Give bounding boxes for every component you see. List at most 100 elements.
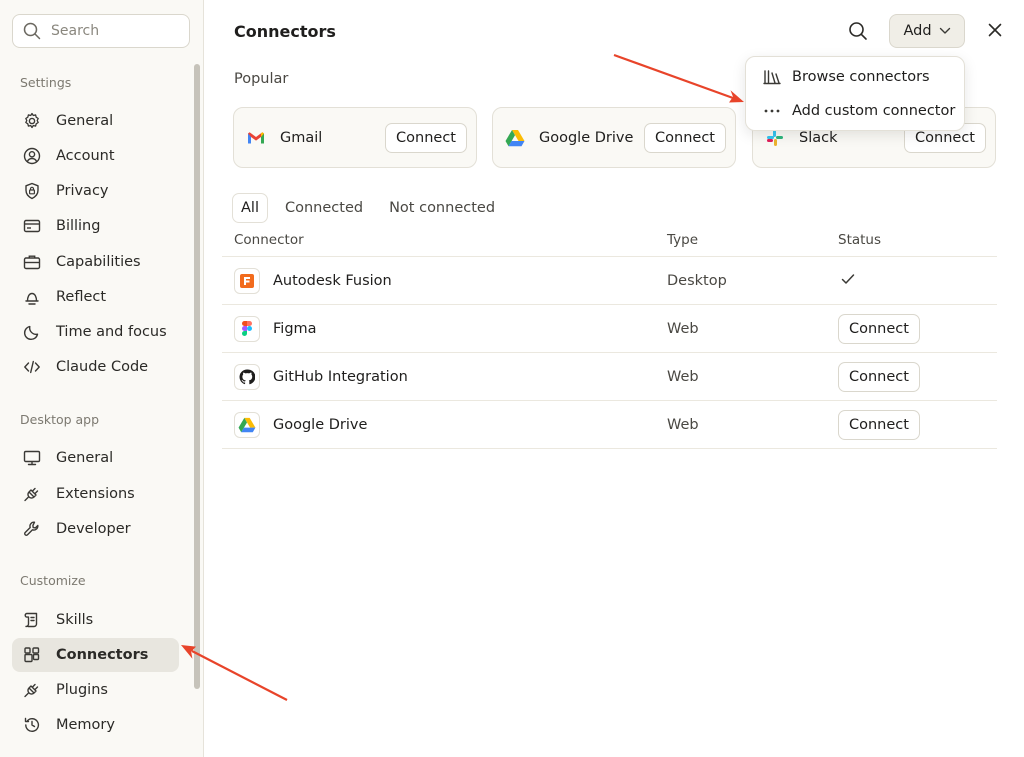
sidebar-item-reflect[interactable]: Reflect [12,280,179,314]
google-drive-icon [505,128,525,148]
plug-icon [22,680,42,700]
google-drive-icon [234,411,260,438]
sidebar-item-developer[interactable]: Developer [12,512,179,546]
sidebar-item-label: Time and focus [56,324,167,340]
sidebar-item-billing[interactable]: Billing [12,209,179,243]
sidebar-item-label: Connectors [56,647,149,663]
section-label-customize: Customize [20,573,86,588]
autodesk-fusion-icon [234,267,260,294]
moon-icon [22,322,42,342]
connect-button[interactable]: Connect [838,409,920,440]
connector-type: Web [667,416,699,433]
filter-tabs: All Connected Not connected [232,193,512,223]
sidebar-item-label: Extensions [56,486,135,502]
sidebar-item-desktop-general[interactable]: General [12,441,179,475]
table-row: Autodesk Fusion Desktop [222,257,997,305]
close-button[interactable] [985,20,1005,40]
sidebar-item-label: Claude Code [56,359,149,375]
connector-type: Desktop [667,272,727,289]
connector-name: Figma [273,320,317,337]
connector-type: Web [667,368,699,385]
connect-button[interactable]: Connect [385,122,467,153]
close-icon [988,23,1002,37]
column-header-connector: Connector [234,232,304,248]
sidebar-item-extensions[interactable]: Extensions [12,477,179,511]
tab-all[interactable]: All [232,193,268,223]
sidebar: Settings General Account Privacy Billing… [0,0,204,757]
sidebar-item-label: Privacy [56,183,109,199]
library-icon [762,69,782,85]
add-button-label: Add [903,23,932,39]
scroll-icon [22,610,42,630]
history-icon [22,715,42,735]
connector-name: Google Drive [273,416,368,433]
tab-not-connected[interactable]: Not connected [380,193,504,223]
table-row: Google Drive Web Connect [222,401,997,449]
connect-button[interactable]: Connect [838,313,920,344]
sidebar-item-label: Skills [56,612,94,628]
sidebar-item-claude-code[interactable]: Claude Code [12,350,179,384]
monitor-icon [22,448,42,468]
gear-icon [22,111,42,131]
chevron-down-icon [939,27,950,34]
menu-item-add-custom-connector[interactable]: Add custom connector [746,95,966,127]
sidebar-item-connectors[interactable]: Connectors [12,638,179,672]
sidebar-item-label: Reflect [56,289,107,305]
sidebar-item-label: Memory [56,717,115,733]
code-icon [22,357,42,377]
connector-name: Autodesk Fusion [273,272,392,289]
sidebar-item-general[interactable]: General [12,104,179,138]
wrench-icon [22,519,42,539]
figma-icon [234,315,260,342]
popular-section-label: Popular [234,71,289,87]
sidebar-item-account[interactable]: Account [12,139,179,173]
connect-button[interactable]: Connect [838,361,920,392]
sidebar-item-skills[interactable]: Skills [12,603,179,637]
section-label-desktop-app: Desktop app [20,412,100,427]
header-search-button[interactable] [846,19,870,43]
sidebar-item-privacy[interactable]: Privacy [12,174,179,208]
connector-name: GitHub Integration [273,368,408,385]
more-dots-icon [762,109,782,113]
column-header-type: Type [667,232,699,248]
plug-icon [22,484,42,504]
credit-card-icon [22,216,42,236]
connector-type: Web [667,320,699,337]
column-header-status: Status [838,232,882,248]
connectors-icon [22,645,42,665]
add-button[interactable]: Add [889,14,965,48]
search-icon [849,22,867,40]
search-input[interactable] [51,23,171,39]
add-dropdown-menu: Browse connectors Add custom connector [745,56,965,131]
sidebar-scrollbar[interactable] [194,64,200,689]
sidebar-item-label: General [56,450,114,466]
search-box[interactable] [12,14,190,48]
popular-card-gmail: Gmail Connect [233,107,477,168]
connectors-table: Connector Type Status Autodesk Fusion De… [222,224,997,449]
popular-card-name: Slack [799,129,838,146]
popular-card-google-drive: Google Drive Connect [492,107,736,168]
section-label-settings: Settings [20,75,72,90]
sidebar-item-label: Plugins [56,682,108,698]
main-panel: Connectors Add Popular Gmail Connect Goo… [204,0,1024,757]
connect-button[interactable]: Connect [644,122,726,153]
menu-item-label: Browse connectors [792,69,930,85]
sidebar-item-memory[interactable]: Memory [12,708,179,742]
popular-card-name: Google Drive [539,129,634,146]
page-title: Connectors [234,22,336,41]
sidebar-item-label: General [56,113,114,129]
menu-item-browse-connectors[interactable]: Browse connectors [746,61,966,93]
sidebar-item-label: Billing [56,218,101,234]
shield-lock-icon [22,181,42,201]
search-icon [23,22,41,40]
table-row: Figma Web Connect [222,305,997,353]
github-icon [234,363,260,390]
tab-connected[interactable]: Connected [276,193,372,223]
popular-card-name: Gmail [280,129,323,146]
sidebar-item-capabilities[interactable]: Capabilities [12,245,179,279]
check-icon [841,273,855,289]
sidebar-item-plugins[interactable]: Plugins [12,673,179,707]
sidebar-item-time-and-focus[interactable]: Time and focus [12,315,179,349]
table-row: GitHub Integration Web Connect [222,353,997,401]
user-circle-icon [22,146,42,166]
